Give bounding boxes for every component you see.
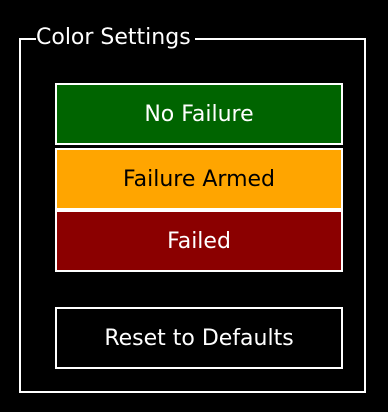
reset-label: Reset to Defaults xyxy=(104,325,294,351)
failed-label: Failed xyxy=(167,228,231,254)
no-failure-label: No Failure xyxy=(144,101,254,127)
failure-armed-color-button[interactable]: Failure Armed xyxy=(55,148,343,210)
no-failure-color-button[interactable]: No Failure xyxy=(55,83,343,145)
reset-to-defaults-button[interactable]: Reset to Defaults xyxy=(55,307,343,369)
failure-armed-label: Failure Armed xyxy=(122,166,275,192)
failed-color-button[interactable]: Failed xyxy=(55,210,343,272)
group-title: Color Settings xyxy=(36,20,195,56)
